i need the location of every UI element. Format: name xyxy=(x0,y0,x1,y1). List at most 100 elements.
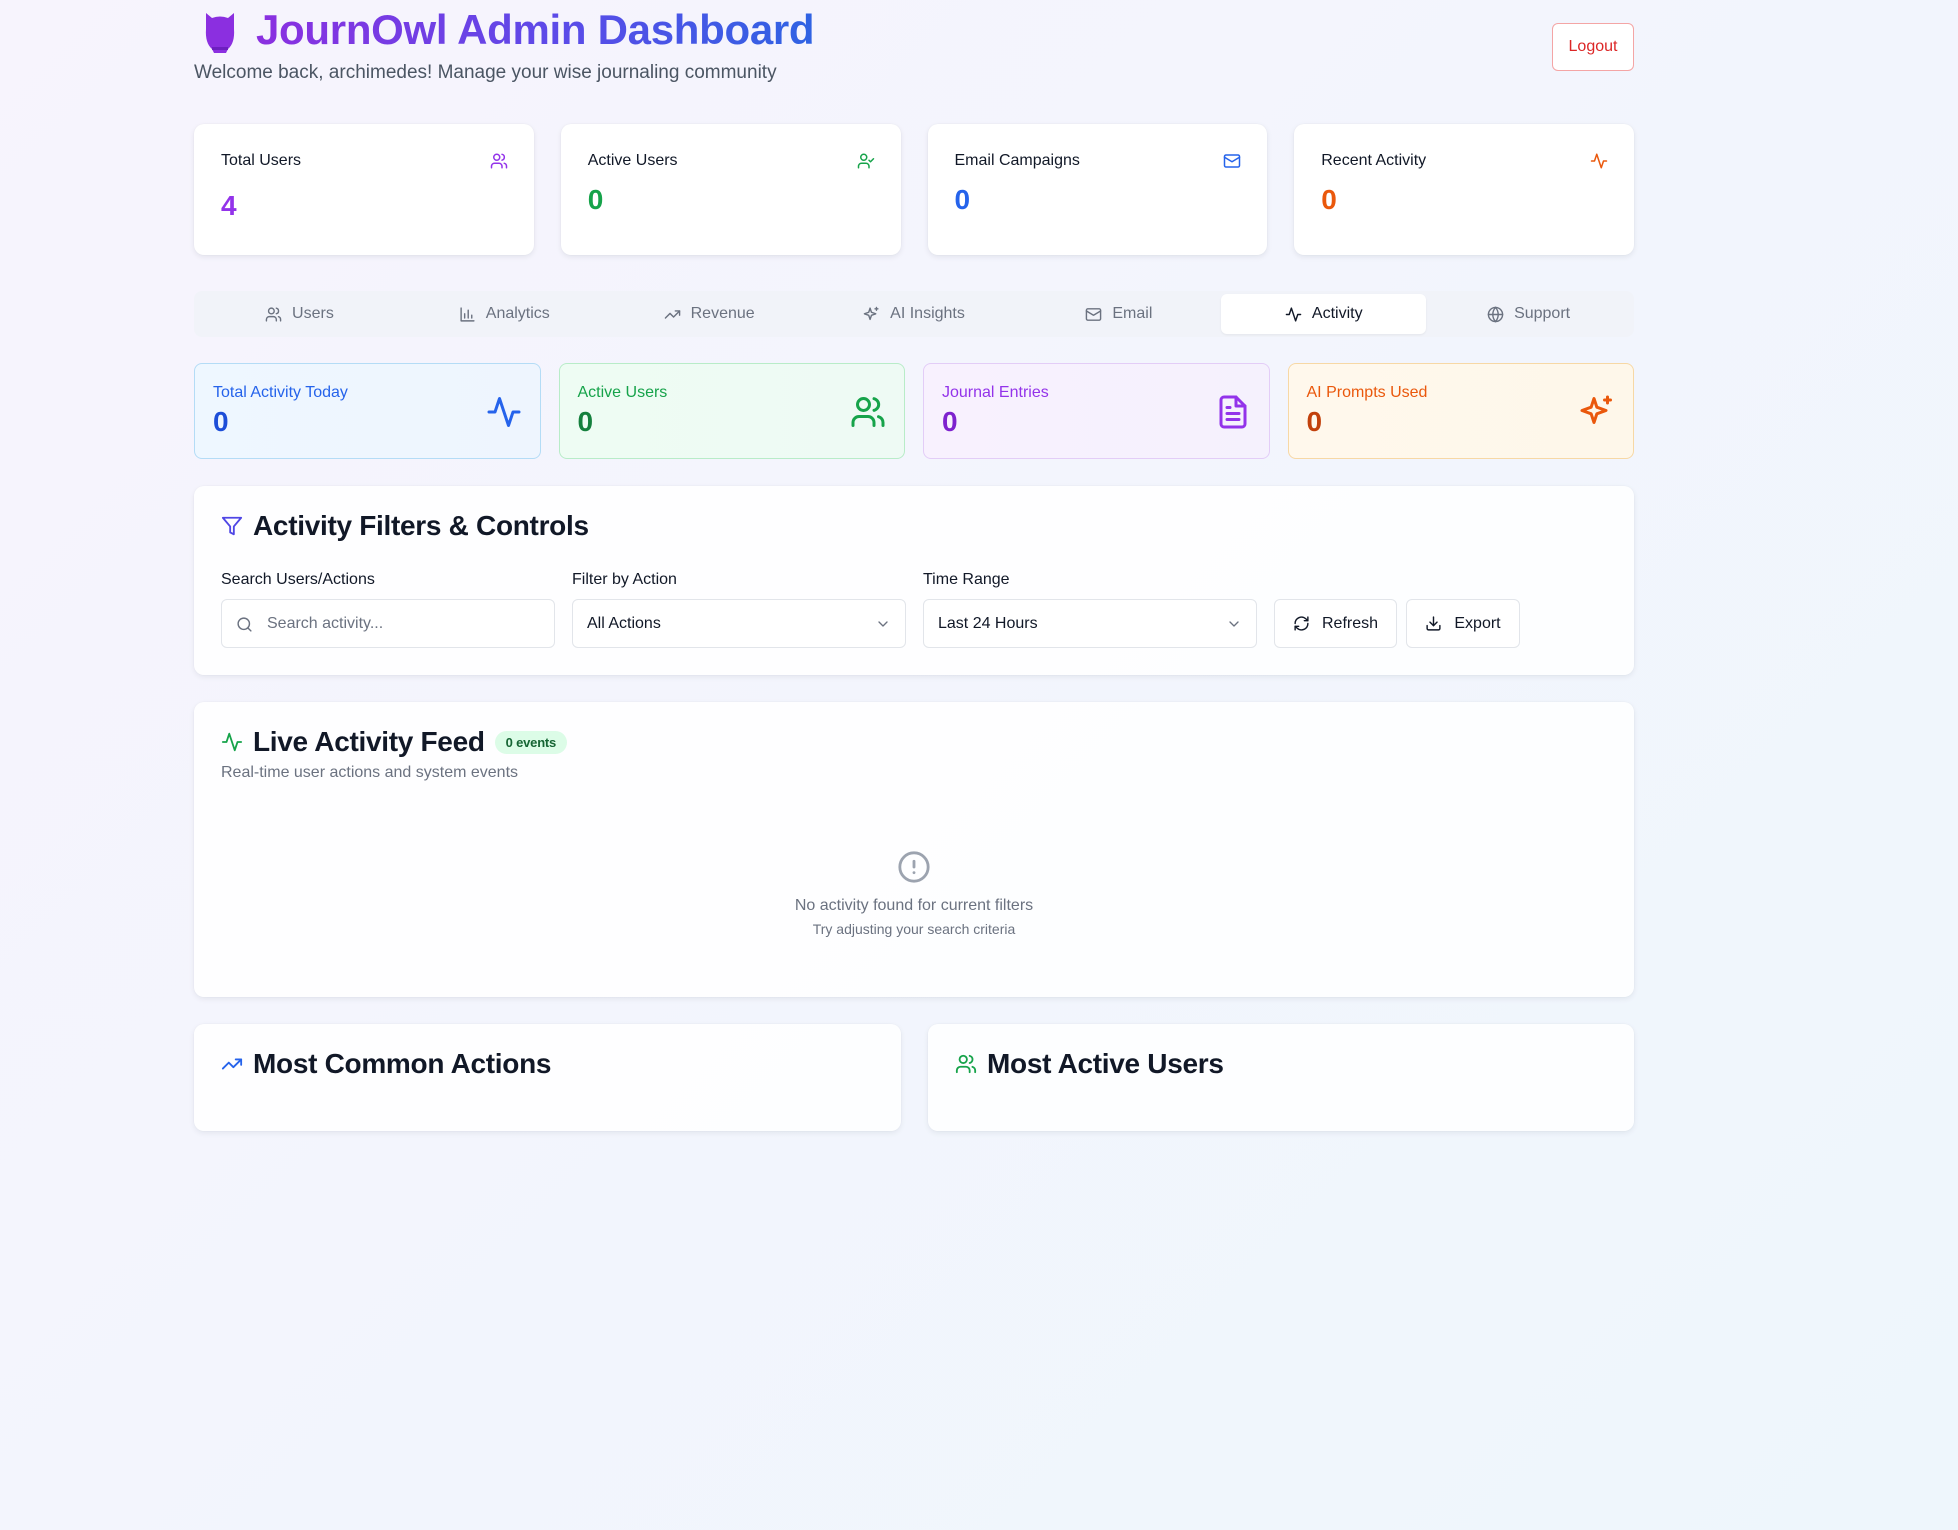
export-button[interactable]: Export xyxy=(1406,599,1520,648)
live-activity-feed-panel: Live Activity Feed 0 events Real-time us… xyxy=(194,702,1634,997)
sparkles-icon xyxy=(1580,395,1612,424)
most-active-users-panel: Most Active Users xyxy=(928,1024,1634,1131)
most-common-actions-panel: Most Common Actions xyxy=(194,1024,901,1131)
tab-label: Support xyxy=(1514,305,1571,322)
metric-label: AI Prompts Used xyxy=(1306,384,1428,401)
activity-icon xyxy=(487,397,520,427)
action-filter-value: All Actions xyxy=(587,614,661,632)
owl-logo-icon xyxy=(205,13,235,53)
trending-up-icon xyxy=(221,1058,243,1070)
time-range-select[interactable]: Last 24 Hours xyxy=(923,599,1257,648)
metric-value: 0 xyxy=(1306,406,1323,437)
tab-label: AI Insights xyxy=(890,305,965,322)
stat-card-total-users: Total Users 4 xyxy=(194,124,534,255)
activity-icon xyxy=(1590,153,1608,169)
tab-users[interactable]: Users xyxy=(197,294,402,334)
metric-value: 0 xyxy=(213,406,229,437)
metric-journal-entries: Journal Entries 0 xyxy=(923,363,1270,459)
stat-label: Recent Activity xyxy=(1321,152,1427,169)
common-actions-title: Most Common Actions xyxy=(253,1048,552,1079)
active-users-heading: Most Active Users xyxy=(955,1048,1224,1080)
stat-card-active-users: Active Users 0 xyxy=(560,124,901,255)
stat-label: Total Users xyxy=(221,152,302,169)
empty-hint: Try adjusting your search criteria xyxy=(812,921,1016,937)
file-text-icon xyxy=(1219,395,1246,429)
stat-card-recent-activity: Recent Activity 0 xyxy=(1294,124,1634,255)
metric-label: Active Users xyxy=(577,384,668,401)
chevron-down-icon xyxy=(878,621,888,627)
welcome-subtitle: Welcome back, archimedes! Manage your wi… xyxy=(194,62,777,83)
users-icon xyxy=(851,397,885,427)
filters-heading: Activity Filters & Controls xyxy=(221,510,589,542)
empty-state: No activity found for current filters Tr… xyxy=(194,850,1634,937)
metric-ai-prompts-used: AI Prompts Used 0 xyxy=(1287,363,1634,459)
stat-value: 0 xyxy=(587,184,604,215)
globe-icon xyxy=(1487,306,1504,322)
header: JournOwl Admin Dashboard Welcome back, a… xyxy=(194,0,1634,100)
refresh-icon xyxy=(1294,616,1309,631)
search-input[interactable]: Search activity... xyxy=(221,599,555,648)
refresh-label: Refresh xyxy=(1321,614,1379,632)
tab-bar: Users Analytics Revenue AI Insights Emai… xyxy=(194,291,1634,337)
export-label: Export xyxy=(1454,614,1501,632)
tab-email[interactable]: Email xyxy=(1016,294,1221,334)
dashboard: JournOwl Admin Dashboard Welcome back, a… xyxy=(194,0,1634,1131)
tab-label: Analytics xyxy=(485,305,550,322)
metric-value: 0 xyxy=(577,406,594,437)
metric-active-users: Active Users 0 xyxy=(558,363,905,459)
users-icon xyxy=(955,1054,977,1074)
sparkles-icon xyxy=(863,306,879,320)
stat-label: Email Campaigns xyxy=(954,152,1080,169)
metric-label: Journal Entries xyxy=(942,384,1049,401)
tab-support[interactable]: Support xyxy=(1426,294,1631,334)
active-users-title: Most Active Users xyxy=(987,1048,1224,1079)
action-filter-select[interactable]: All Actions xyxy=(572,599,906,648)
activity-filters-panel: Activity Filters & Controls Search Users… xyxy=(194,486,1634,675)
search-icon xyxy=(237,617,252,632)
tab-label: Revenue xyxy=(690,305,755,322)
activity-metrics: Total Activity Today 0 Active Users 0 Jo… xyxy=(194,363,1634,459)
stat-value: 0 xyxy=(1321,184,1337,215)
tab-activity[interactable]: Activity xyxy=(1221,294,1427,334)
users-icon xyxy=(265,306,282,322)
user-check-icon xyxy=(857,153,874,169)
trending-up-icon xyxy=(664,309,680,319)
users-icon xyxy=(490,153,508,169)
common-actions-heading: Most Common Actions xyxy=(221,1048,551,1080)
time-range-value: Last 24 Hours xyxy=(938,614,1038,632)
search-placeholder: Search activity... xyxy=(267,614,384,632)
empty-title: No activity found for current filters xyxy=(794,897,1034,914)
page-title: JournOwl Admin Dashboard xyxy=(256,4,815,56)
metric-value: 0 xyxy=(942,406,958,437)
tab-label: Email xyxy=(1112,305,1153,322)
logout-button[interactable]: Logout xyxy=(1552,23,1634,71)
mail-icon xyxy=(1224,154,1241,168)
tab-revenue[interactable]: Revenue xyxy=(607,294,812,334)
refresh-button[interactable]: Refresh xyxy=(1274,599,1397,648)
tab-analytics[interactable]: Analytics xyxy=(402,294,607,334)
feed-title: Live Activity Feed xyxy=(253,726,485,757)
tab-label: Users xyxy=(292,305,334,322)
metric-total-activity-today: Total Activity Today 0 xyxy=(194,363,541,459)
filters-title: Activity Filters & Controls xyxy=(253,510,589,541)
time-range-label: Time Range xyxy=(923,571,1010,588)
metric-label: Total Activity Today xyxy=(213,384,348,401)
stat-card-email-campaigns: Email Campaigns 0 xyxy=(927,124,1268,255)
alert-circle-icon xyxy=(898,851,930,883)
chevron-down-icon xyxy=(1229,621,1239,627)
activity-icon xyxy=(1285,306,1302,322)
stat-cards: Total Users 4 Active Users 0 Email Campa… xyxy=(194,124,1634,255)
action-filter-label: Filter by Action xyxy=(572,571,677,588)
mail-icon xyxy=(1086,307,1102,321)
activity-icon xyxy=(221,732,243,752)
event-count-badge: 0 events xyxy=(494,730,568,754)
download-icon xyxy=(1426,616,1441,631)
bar-chart-icon xyxy=(460,306,475,322)
feed-subtitle: Real-time user actions and system events xyxy=(221,764,519,781)
stat-label: Active Users xyxy=(587,152,678,169)
title-row: JournOwl Admin Dashboard xyxy=(202,4,815,56)
tab-label: Activity xyxy=(1311,305,1363,322)
stat-value: 4 xyxy=(221,190,237,221)
feed-heading: Live Activity Feed 0 events xyxy=(221,726,568,758)
tab-ai-insights[interactable]: AI Insights xyxy=(812,294,1017,334)
